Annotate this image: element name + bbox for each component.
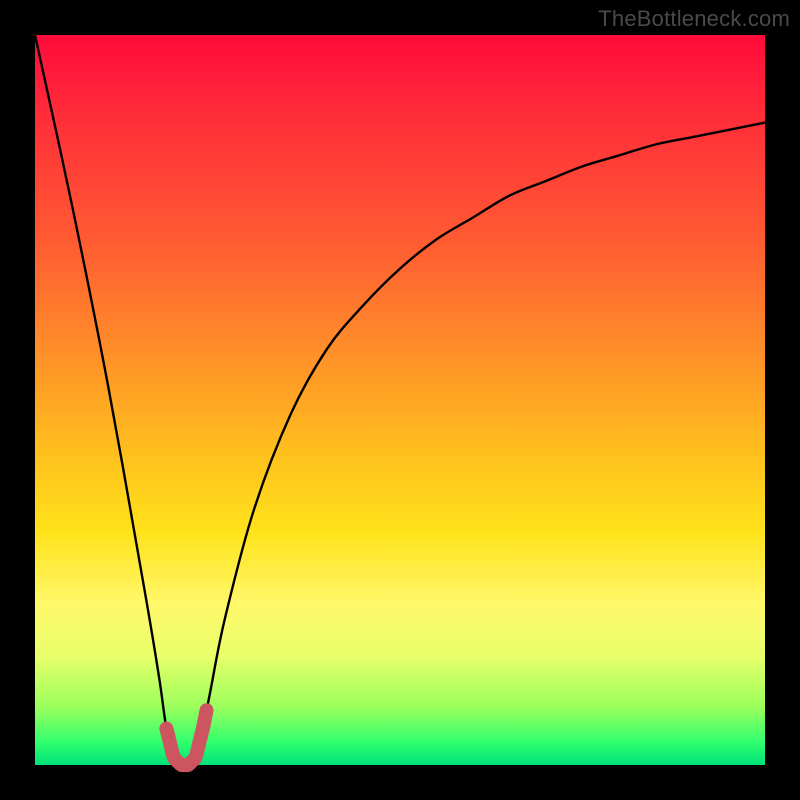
bottleneck-curve xyxy=(35,35,765,766)
optimal-zone-highlight xyxy=(166,710,206,765)
watermark-text: TheBottleneck.com xyxy=(598,6,790,32)
plot-area xyxy=(35,35,765,765)
curve-layer xyxy=(35,35,765,765)
chart-frame: TheBottleneck.com xyxy=(0,0,800,800)
